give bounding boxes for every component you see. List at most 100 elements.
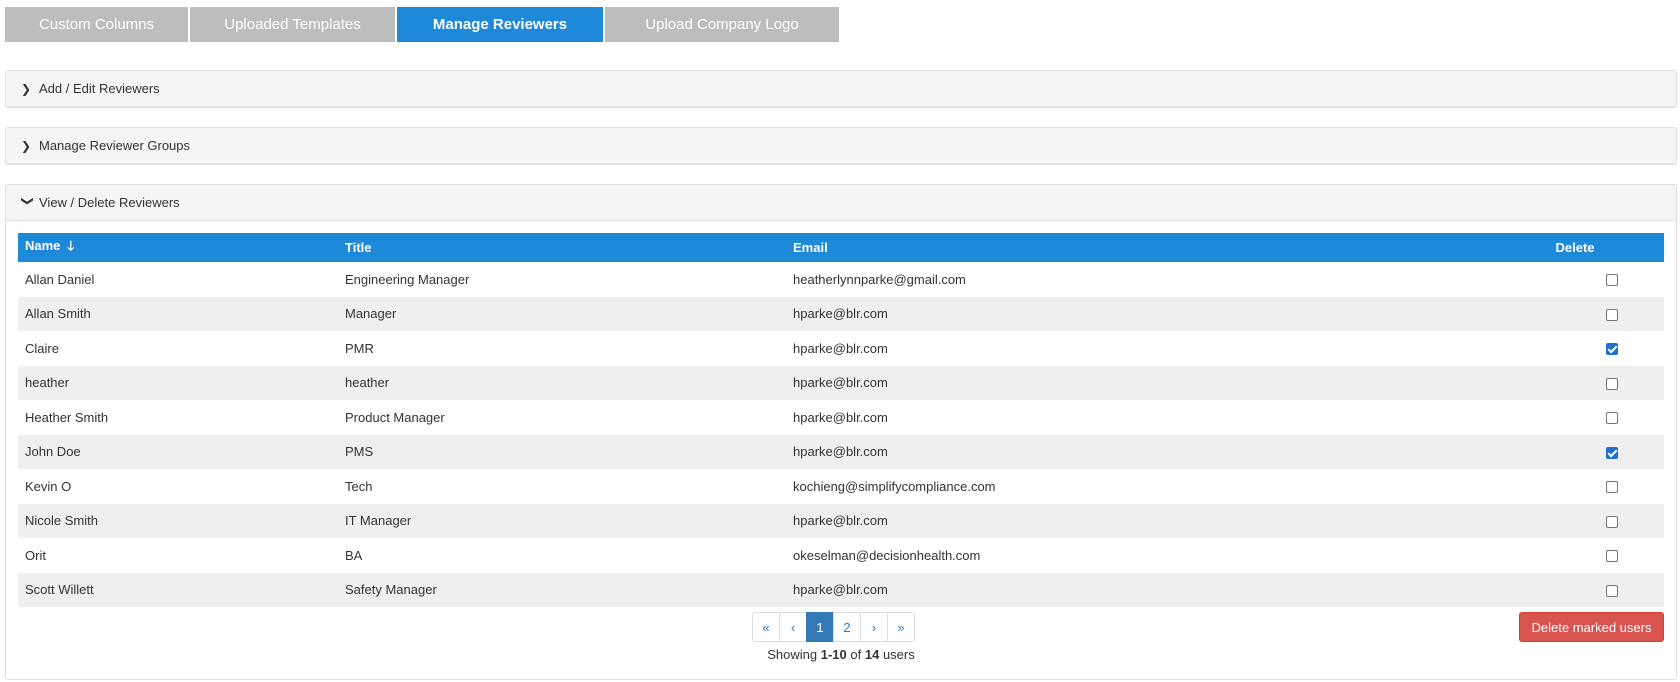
- tab-uploaded-templates[interactable]: Uploaded Templates: [190, 7, 395, 42]
- cell-title: heather: [345, 375, 390, 391]
- cell-title: PMR: [345, 340, 374, 356]
- previous-page-button[interactable]: ‹: [779, 612, 807, 642]
- table-row: Claire PMR hparke@blr.com: [18, 331, 1664, 366]
- summary-middle: of: [846, 647, 865, 662]
- cell-name: Kevin O: [25, 478, 72, 494]
- table-row: Allan Smith Manager hparke@blr.com: [18, 296, 1664, 332]
- add-edit-reviewers-header[interactable]: ❯ Add / Edit Reviewers: [6, 71, 1676, 107]
- results-summary: Showing 1-10 of 14 users: [750, 647, 932, 662]
- tab-manage-reviewers[interactable]: Manage Reviewers: [397, 7, 603, 42]
- cell-title: Product Manager: [345, 409, 445, 425]
- delete-checkbox[interactable]: [1605, 274, 1618, 287]
- cell-delete: [1486, 504, 1664, 539]
- cell-title: Engineering Manager: [345, 271, 470, 287]
- panel-title: Add / Edit Reviewers: [39, 81, 160, 96]
- cell-delete: [1486, 538, 1664, 573]
- page-2-button[interactable]: 2: [833, 612, 861, 642]
- chevron-right-icon: ❯: [21, 81, 32, 96]
- cell-name: Allan Smith: [25, 306, 91, 322]
- cell-name: heather: [25, 375, 70, 391]
- add-edit-reviewers-panel: ❯ Add / Edit Reviewers: [5, 70, 1677, 108]
- tab-bar: Custom Columns Uploaded Templates Manage…: [5, 7, 839, 42]
- delete-checkbox[interactable]: [1605, 343, 1618, 356]
- cell-name: Scott Willett: [25, 582, 94, 598]
- cell-email: hparke@blr.com: [793, 409, 888, 425]
- cell-name: John Doe: [25, 444, 81, 460]
- cell-email: okeselman@decisionhealth.com: [793, 547, 981, 563]
- cell-email: hparke@blr.com: [793, 306, 888, 322]
- delete-checkbox[interactable]: [1605, 308, 1618, 321]
- column-header-name[interactable]: Name 🡓: [18, 233, 338, 262]
- cell-name: Claire: [25, 340, 59, 356]
- pagination: « ‹ 1 2 › »: [752, 612, 915, 642]
- column-header-name-label: Name: [25, 237, 61, 253]
- panel-title: Manage Reviewer Groups: [39, 138, 191, 153]
- manage-reviewer-groups-panel: ❯ Manage Reviewer Groups: [5, 127, 1677, 165]
- cell-name: Heather Smith: [25, 409, 109, 425]
- column-header-email[interactable]: Email: [786, 233, 1486, 262]
- cell-delete: [1486, 573, 1664, 608]
- cell-email: hparke@blr.com: [793, 582, 888, 598]
- table-row: Heather Smith Product Manager hparke@blr.c…: [18, 400, 1664, 435]
- cell-name: Nicole Smith: [25, 513, 98, 529]
- cell-email: kochieng@simplifycompliance.com: [793, 478, 996, 494]
- cell-title: Tech: [345, 478, 373, 494]
- table-row: Scott Willett Safety Manager hparke@blr.co…: [18, 572, 1664, 608]
- next-page-button[interactable]: ›: [860, 612, 888, 642]
- arrow-down-icon: 🡓: [67, 237, 75, 253]
- tab-upload-company-logo[interactable]: Upload Company Logo: [605, 7, 839, 42]
- cell-title: PMS: [345, 444, 374, 460]
- cell-delete: [1486, 400, 1664, 435]
- delete-marked-users-button[interactable]: Delete marked users: [1519, 612, 1664, 642]
- chevron-down-icon: ❯: [21, 195, 35, 206]
- delete-checkbox[interactable]: [1605, 481, 1618, 494]
- delete-checkbox[interactable]: [1605, 584, 1618, 597]
- cell-title: Manager: [345, 306, 397, 322]
- view-delete-reviewers-header[interactable]: ❯ View / Delete Reviewers: [6, 185, 1676, 221]
- delete-checkbox[interactable]: [1605, 515, 1618, 528]
- summary-range: 1-10: [820, 647, 847, 662]
- view-delete-reviewers-panel: ❯ View / Delete Reviewers Name 🡓 Title Em…: [5, 184, 1677, 680]
- cell-email: hparke@blr.com: [793, 340, 888, 356]
- summary-total: 14: [864, 647, 880, 662]
- cell-title: BA: [345, 547, 363, 563]
- manage-reviewer-groups-header[interactable]: ❯ Manage Reviewer Groups: [6, 128, 1676, 164]
- last-page-button[interactable]: »: [887, 612, 915, 642]
- reviewers-table-body: Allan Daniel Engineering Manager heatherly…: [18, 262, 1664, 607]
- cell-delete: [1486, 366, 1664, 401]
- column-header-title[interactable]: Title: [338, 233, 786, 262]
- delete-checkbox[interactable]: [1605, 412, 1618, 425]
- cell-name: Orit: [25, 547, 46, 563]
- reviewers-panel-body: Name 🡓 Title Email Delete Allan Daniel Eng…: [6, 221, 1676, 607]
- summary-suffix: users: [879, 647, 915, 662]
- cell-title: IT Manager: [345, 513, 412, 529]
- cell-delete: [1486, 331, 1664, 366]
- page-1-button[interactable]: 1: [806, 612, 834, 642]
- cell-email: hparke@blr.com: [793, 513, 888, 529]
- cell-delete: [1486, 469, 1664, 504]
- table-row: Orit BA okeselman@decisionhealth.com: [18, 538, 1664, 573]
- cell-delete: [1486, 262, 1664, 297]
- reviewers-table: Name 🡓 Title Email Delete Allan Daniel Eng…: [18, 233, 1664, 607]
- chevron-right-icon: ❯: [21, 138, 32, 153]
- table-row: heather heather hparke@blr.com: [18, 365, 1664, 401]
- table-row: Nicole Smith IT Manager hparke@blr.com: [18, 503, 1664, 539]
- cell-email: hparke@blr.com: [793, 444, 888, 460]
- cell-email: heatherlynnparke@gmail.com: [793, 271, 966, 287]
- cell-title: Safety Manager: [345, 582, 437, 598]
- column-header-delete: Delete: [1555, 240, 1595, 255]
- table-row: John Doe PMS hparke@blr.com: [18, 434, 1664, 470]
- cell-name: Allan Daniel: [25, 271, 95, 287]
- summary-prefix: Showing: [767, 647, 821, 662]
- cell-delete: [1486, 297, 1664, 332]
- delete-checkbox[interactable]: [1605, 377, 1618, 390]
- table-row: Allan Daniel Engineering Manager heatherly…: [18, 262, 1664, 297]
- tab-custom-columns[interactable]: Custom Columns: [5, 7, 188, 42]
- table-header-row: Name 🡓 Title Email Delete: [18, 233, 1664, 262]
- first-page-button[interactable]: «: [752, 612, 780, 642]
- delete-checkbox[interactable]: [1605, 446, 1618, 459]
- cell-delete: [1486, 435, 1664, 470]
- table-row: Kevin O Tech kochieng@simplifycompliance.c…: [18, 469, 1664, 504]
- delete-checkbox[interactable]: [1605, 550, 1618, 563]
- cell-email: hparke@blr.com: [793, 375, 888, 391]
